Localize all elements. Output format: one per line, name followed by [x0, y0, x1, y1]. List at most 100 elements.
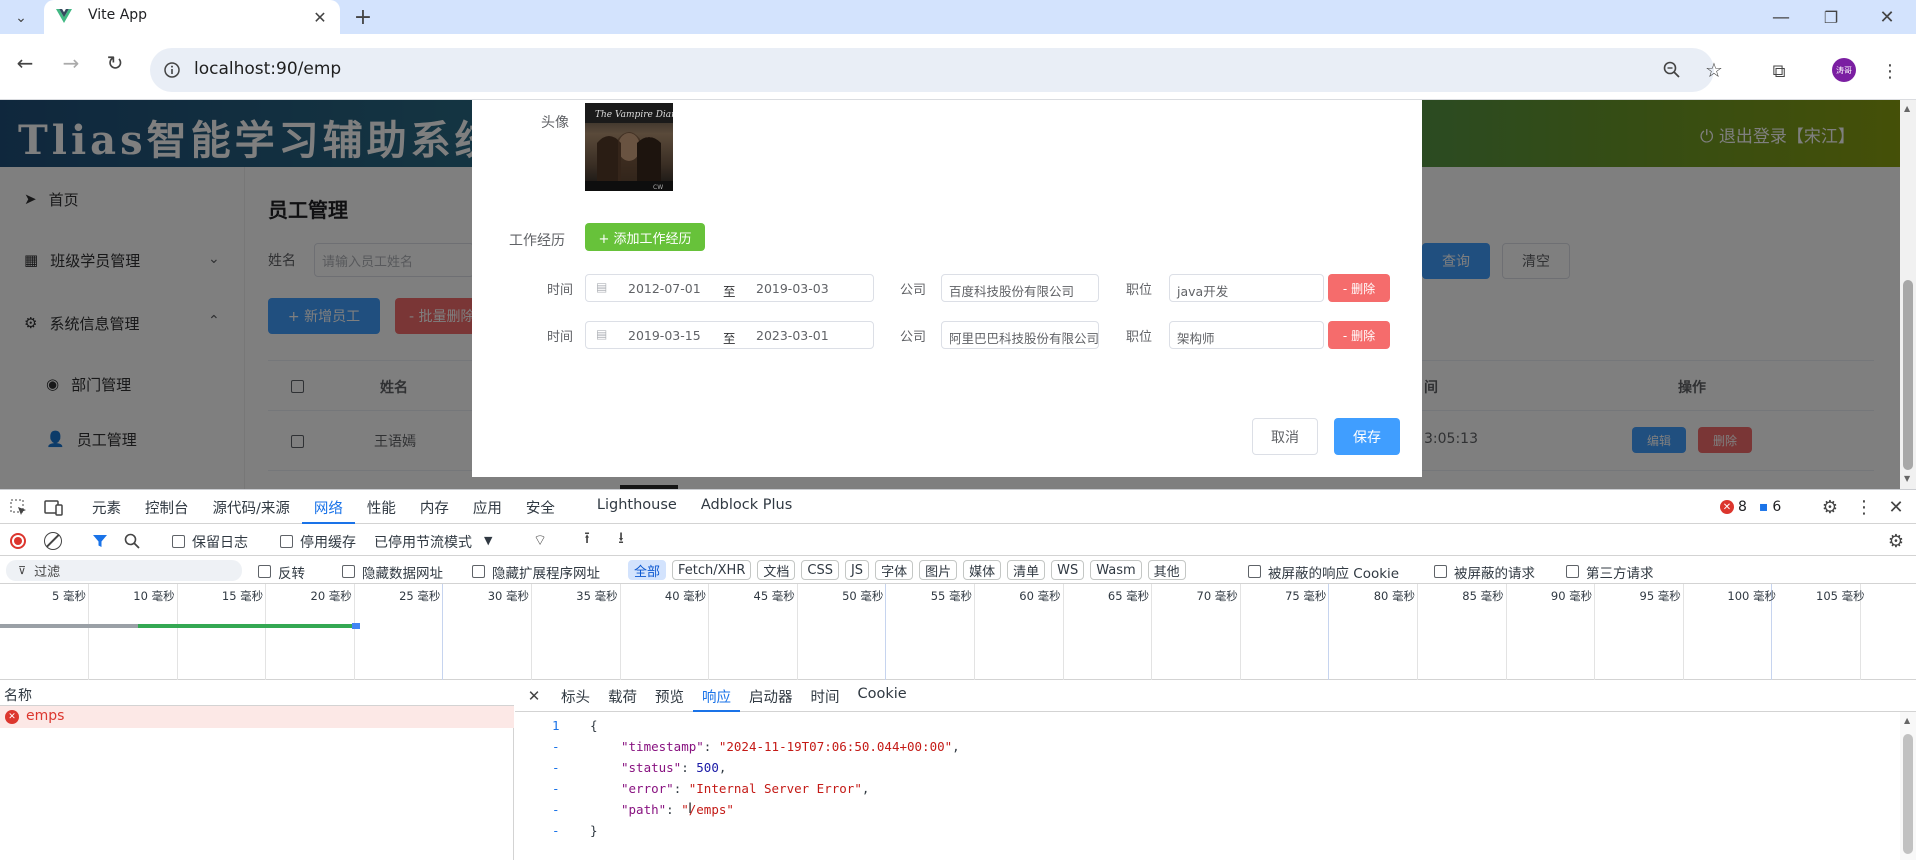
position-input[interactable]: java开发 [1169, 274, 1324, 302]
devtools-tab[interactable]: 安全 [514, 490, 567, 524]
devtools-tab[interactable]: Adblock Plus [689, 490, 804, 524]
browser-menu-icon[interactable]: ⋮ [1876, 56, 1904, 86]
device-toggle-icon[interactable] [44, 499, 64, 517]
clear-log-icon[interactable] [44, 532, 62, 550]
company-input[interactable]: 阿里巴巴科技股份有限公司 [941, 321, 1099, 349]
response-scroll-thumb[interactable] [1903, 734, 1913, 854]
end-date[interactable]: 2023-03-01 [756, 328, 829, 343]
scrollbar-track[interactable]: ▲ ▼ [1900, 100, 1916, 489]
devtools-tab[interactable]: 应用 [461, 490, 514, 524]
preserve-log-checkbox[interactable] [172, 535, 185, 548]
start-date[interactable]: 2019-03-15 [628, 328, 701, 343]
detail-tab[interactable]: 载荷 [599, 680, 646, 712]
devtools-tab[interactable]: 性能 [355, 490, 408, 524]
type-filter-pill[interactable]: 全部 [628, 560, 667, 580]
extensions-icon[interactable]: ⧉ [1764, 56, 1794, 86]
type-filter-pill[interactable]: 其他 [1147, 560, 1186, 580]
search-icon[interactable] [124, 533, 140, 549]
add-work-button[interactable]: + 添加工作经历 [585, 223, 705, 251]
response-scroll-up-icon[interactable]: ▲ [1904, 716, 1910, 725]
type-filter-group: 全部 Fetch/XHR 文档 CSS JS 字体 图片 媒体 清单 WS Wasm 其他 [628, 560, 1186, 580]
detail-tab[interactable]: Cookie [849, 680, 916, 712]
detail-close-icon[interactable]: ✕ [524, 686, 544, 706]
detail-tab[interactable]: 启动器 [740, 680, 802, 712]
hide-ext-urls-checkbox[interactable] [472, 565, 485, 578]
scroll-up-icon[interactable]: ▲ [1904, 104, 1910, 113]
date-range-picker[interactable]: ▤ 2019-03-15 至 2023-03-01 [585, 321, 874, 349]
hide-data-urls-checkbox[interactable] [342, 565, 355, 578]
back-icon[interactable]: ← [10, 48, 40, 78]
tab-close-icon[interactable]: ✕ [308, 5, 332, 29]
throttle-select[interactable]: 已停用节流模式 ▼ [374, 532, 492, 552]
profile-avatar[interactable]: 涛哥 [1832, 58, 1856, 82]
blocked-cookies-checkbox[interactable] [1248, 565, 1261, 578]
window-close-icon[interactable]: ✕ [1872, 2, 1902, 32]
delete-experience-button[interactable]: - 删除 [1328, 321, 1390, 349]
record-icon[interactable] [10, 533, 26, 549]
site-info-icon[interactable] [164, 62, 180, 78]
network-conditions-icon[interactable]: ⌔ [528, 530, 552, 550]
scroll-down-icon[interactable]: ▼ [1904, 474, 1910, 483]
restore-icon[interactable]: ❐ [1816, 2, 1846, 32]
new-tab-icon[interactable]: + [350, 4, 376, 30]
type-filter-pill[interactable]: 字体 [875, 560, 914, 580]
type-filter-pill[interactable]: CSS [801, 560, 839, 580]
tab-title: Vite App [88, 7, 148, 23]
devtools-tab[interactable]: 网络 [301, 490, 355, 524]
tab-active[interactable]: Vite App ✕ [44, 0, 340, 34]
export-har-icon[interactable]: ⭳ [610, 528, 632, 550]
position-input[interactable]: 架构师 [1169, 321, 1324, 349]
error-count[interactable]: ✕ 8 ▪ 6 [1720, 499, 1781, 515]
forward-icon[interactable]: → [56, 48, 86, 78]
company-input[interactable]: 百度科技股份有限公司 [941, 274, 1099, 302]
filter-input[interactable]: ⊽ 过滤 [6, 560, 242, 581]
devtools-tab[interactable]: Lighthouse [585, 490, 689, 524]
blocked-requests-checkbox[interactable] [1434, 565, 1447, 578]
type-filter-pill[interactable]: WS [1051, 560, 1085, 580]
detail-tab[interactable]: 预览 [646, 680, 693, 712]
avatar-image[interactable]: The Vampire Diaries CW [585, 103, 673, 191]
date-range-picker[interactable]: ▤ 2012-07-01 至 2019-03-03 [585, 274, 874, 302]
save-button[interactable]: 保存 [1334, 418, 1400, 455]
response-scrollbar[interactable]: ▲ [1900, 712, 1916, 860]
detail-tab[interactable]: 标头 [552, 680, 599, 712]
devtools-settings-icon[interactable]: ⚙ [1818, 495, 1842, 519]
end-date[interactable]: 2019-03-03 [756, 281, 829, 296]
json-comma: , [952, 739, 960, 754]
detail-tab[interactable]: 响应 [693, 680, 740, 712]
devtools-tab[interactable]: 内存 [408, 490, 461, 524]
filter-funnel-icon[interactable] [92, 533, 108, 549]
start-date[interactable]: 2012-07-01 [628, 281, 701, 296]
detail-tab[interactable]: 时间 [802, 680, 849, 712]
type-filter-pill[interactable]: Fetch/XHR [672, 560, 752, 580]
type-filter-pill[interactable]: JS [844, 560, 870, 580]
devtools-tab[interactable]: 控制台 [133, 490, 201, 524]
minimize-icon[interactable]: — [1766, 2, 1796, 32]
cancel-button[interactable]: 取消 [1252, 418, 1318, 455]
url-text[interactable]: localhost:90/emp [194, 59, 341, 79]
scrollbar-thumb[interactable] [1903, 280, 1913, 470]
bookmark-star-icon[interactable]: ☆ [1700, 56, 1728, 84]
devtools-close-icon[interactable]: ✕ [1884, 495, 1908, 519]
type-filter-pill[interactable]: 文档 [757, 560, 796, 580]
inspect-icon[interactable] [10, 499, 28, 517]
third-party-checkbox[interactable] [1566, 565, 1579, 578]
network-settings-icon[interactable]: ⚙ [1884, 530, 1908, 552]
request-row[interactable] [0, 706, 514, 728]
type-filter-pill[interactable]: Wasm [1090, 560, 1142, 580]
address-bar[interactable]: localhost:90/emp ☆ [150, 48, 1723, 92]
calendar-icon: ▤ [596, 280, 608, 294]
disable-cache-checkbox[interactable] [280, 535, 293, 548]
type-filter-pill[interactable]: 媒体 [963, 560, 1002, 580]
zoom-icon[interactable] [1658, 56, 1686, 84]
reload-icon[interactable]: ↻ [100, 48, 130, 78]
devtools-more-icon[interactable]: ⋮ [1852, 495, 1876, 519]
tab-search-chevron-icon[interactable]: ⌄ [8, 5, 34, 31]
delete-experience-button[interactable]: - 删除 [1328, 274, 1390, 302]
invert-checkbox[interactable] [258, 565, 271, 578]
type-filter-pill[interactable]: 图片 [919, 560, 958, 580]
type-filter-pill[interactable]: 清单 [1007, 560, 1046, 580]
devtools-tab[interactable]: 元素 [80, 490, 133, 524]
devtools-tab[interactable]: 源代码/来源 [201, 490, 302, 524]
import-har-icon[interactable]: ⭱ [576, 528, 598, 550]
